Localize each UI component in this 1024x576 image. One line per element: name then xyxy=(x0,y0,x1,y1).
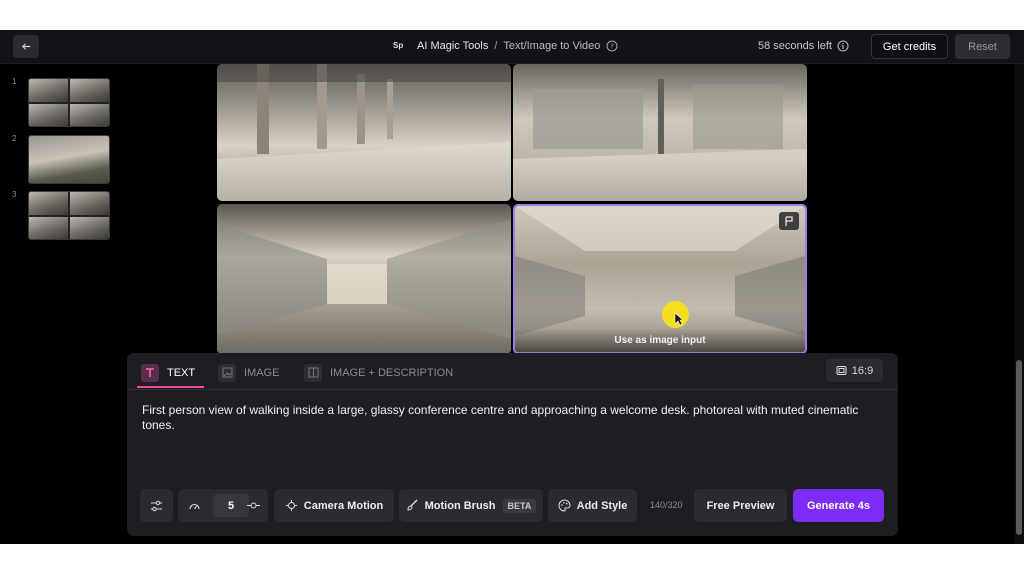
camera-motion-icon xyxy=(285,500,297,511)
mouse-pointer-icon xyxy=(674,312,684,326)
character-count: 140/320 xyxy=(650,500,683,510)
help-icon[interactable]: ? xyxy=(606,40,618,52)
add-style-label: Add Style xyxy=(576,499,628,512)
generated-image[interactable] xyxy=(217,204,511,354)
image-icon xyxy=(218,363,236,382)
camera-motion-button[interactable]: Camera Motion xyxy=(274,489,394,522)
generate-button[interactable]: Generate 4s xyxy=(793,489,884,522)
sliders-icon xyxy=(151,500,162,511)
text-icon xyxy=(141,363,159,382)
history-thumbnail[interactable] xyxy=(28,135,110,184)
app-window: Sp AI Magic Tools / Text/Image to Video … xyxy=(0,30,1024,544)
settings-button[interactable] xyxy=(140,489,173,522)
history-item-number: 1 xyxy=(12,77,17,86)
aspect-ratio-icon xyxy=(836,366,847,375)
tab-label: IMAGE + DESCRIPTION xyxy=(330,366,454,379)
breadcrumb-app[interactable]: AI Magic Tools xyxy=(417,40,488,52)
active-tab-indicator xyxy=(137,386,204,388)
generated-image[interactable] xyxy=(513,64,807,201)
flag-icon xyxy=(785,215,793,226)
breadcrumb-page: Text/Image to Video xyxy=(503,40,601,52)
breadcrumb-separator: / xyxy=(494,40,498,52)
back-button[interactable] xyxy=(13,35,39,58)
motion-brush-button[interactable]: Motion Brush BETA xyxy=(399,489,543,522)
breadcrumb: Sp AI Magic Tools / Text/Image to Video … xyxy=(393,39,618,53)
tab-text[interactable]: TEXT xyxy=(141,362,195,383)
speed-value-text: 5 xyxy=(227,499,235,512)
tab-image-description[interactable]: IMAGE + DESCRIPTION xyxy=(304,362,453,383)
time-remaining: 58 seconds left xyxy=(758,40,849,52)
info-icon[interactable] xyxy=(837,40,849,52)
history-thumbnail[interactable] xyxy=(28,191,110,240)
history-item-number: 3 xyxy=(12,190,17,199)
image-description-icon xyxy=(304,363,322,382)
aspect-ratio-button[interactable]: 16:9 xyxy=(826,359,883,382)
app-logo: Sp xyxy=(393,41,404,50)
free-preview-button[interactable]: Free Preview xyxy=(694,489,787,522)
get-credits-button[interactable]: Get credits xyxy=(871,34,948,59)
add-style-button[interactable]: Add Style xyxy=(548,489,637,522)
timer-text: 58 seconds left xyxy=(758,40,832,52)
brush-icon xyxy=(407,499,418,511)
speedometer-icon xyxy=(189,503,200,509)
speed-control[interactable]: 5 xyxy=(178,489,268,522)
arrow-left-icon xyxy=(21,43,30,50)
slider-icon[interactable] xyxy=(247,501,260,510)
generated-image[interactable] xyxy=(217,64,511,201)
prompt-textarea[interactable]: First person view of walking inside a la… xyxy=(142,403,862,433)
speed-value[interactable]: 5 xyxy=(213,494,249,517)
top-bar: Sp AI Magic Tools / Text/Image to Video … xyxy=(0,30,1024,64)
input-mode-tabs: TEXT IMAGE IMAGE + DESCRIPTION 16:9 xyxy=(127,353,898,390)
flag-button[interactable] xyxy=(779,212,799,230)
motion-brush-label: Motion Brush xyxy=(424,499,496,512)
tab-label: IMAGE xyxy=(244,366,280,379)
svg-text:?: ? xyxy=(611,43,615,51)
scrollbar-thumb[interactable] xyxy=(1016,360,1022,535)
tab-image[interactable]: IMAGE xyxy=(218,362,279,383)
generation-toolbar: 5 Camera Motion Motion Brush BETA Add St… xyxy=(140,489,890,522)
reset-button[interactable]: Reset xyxy=(955,34,1010,59)
camera-motion-label: Camera Motion xyxy=(303,499,384,512)
prompt-panel: TEXT IMAGE IMAGE + DESCRIPTION 16:9 Firs… xyxy=(127,353,898,536)
tab-label: TEXT xyxy=(167,366,196,379)
use-as-image-input-button[interactable]: Use as image input xyxy=(515,328,805,352)
aspect-ratio-value: 16:9 xyxy=(851,364,874,377)
generated-image-grid: Use as image input xyxy=(217,64,807,354)
beta-badge: BETA xyxy=(502,498,537,513)
generated-image-selected[interactable]: Use as image input xyxy=(513,204,807,354)
history-item-number: 2 xyxy=(12,134,17,143)
history-thumbnail[interactable] xyxy=(28,78,110,127)
palette-icon xyxy=(558,499,571,512)
